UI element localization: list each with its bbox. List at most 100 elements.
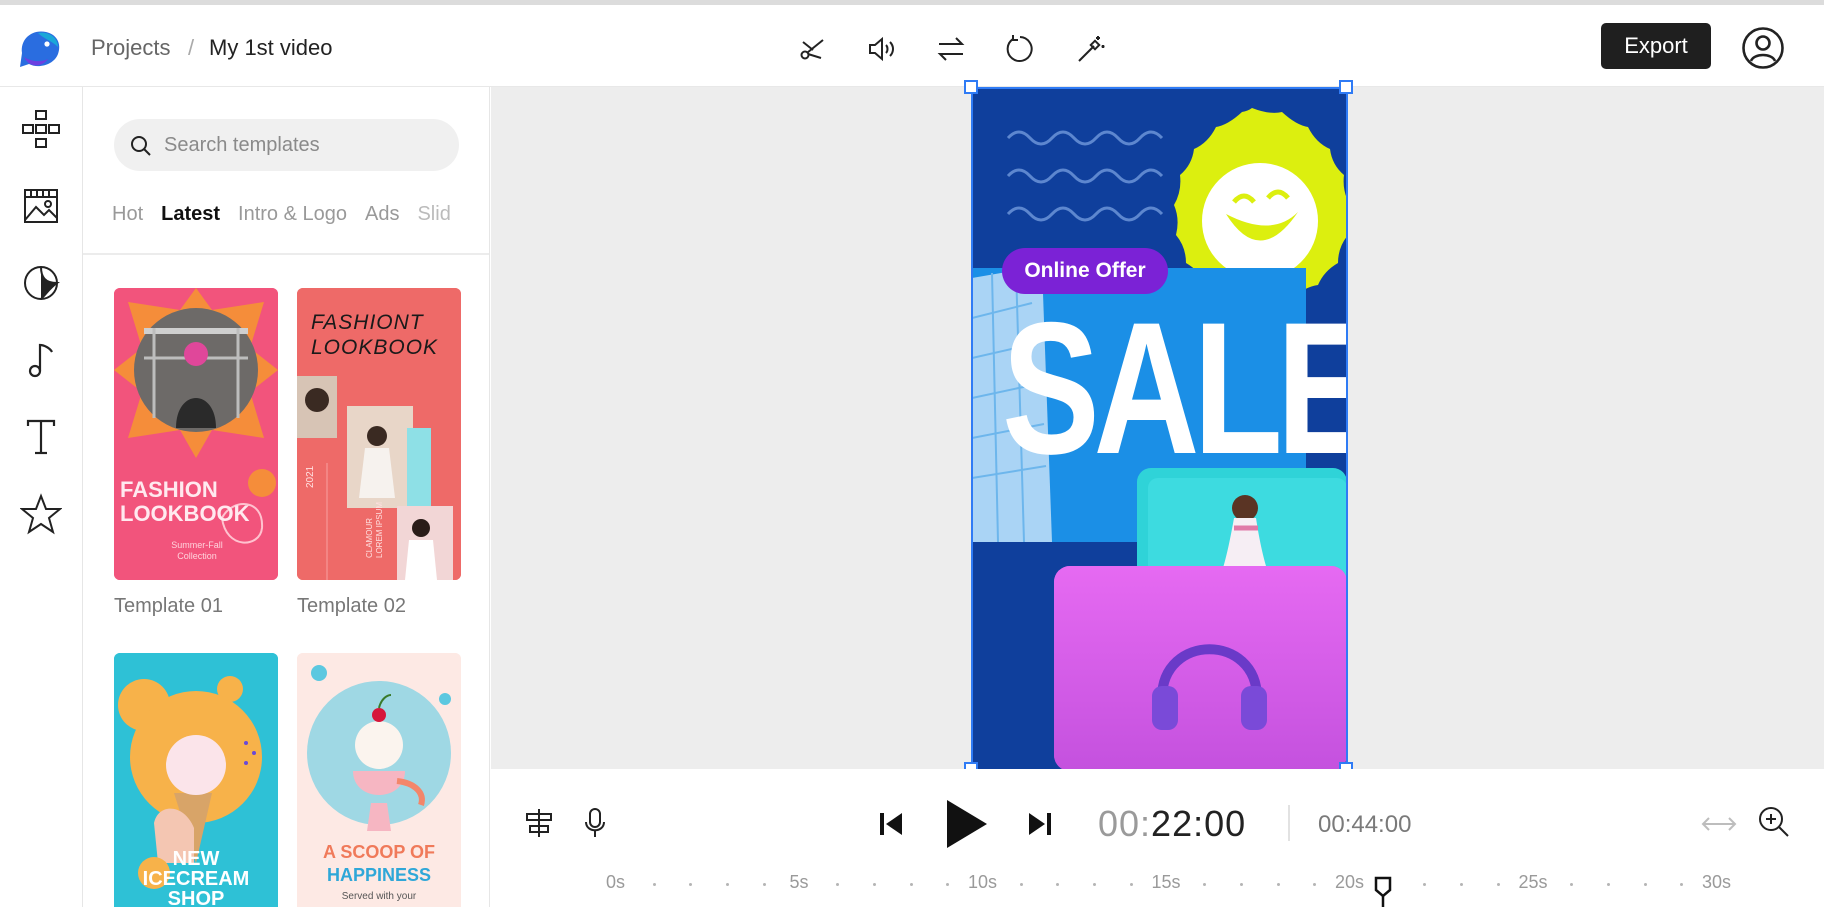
current-time-main: 22:00 bbox=[1151, 803, 1247, 844]
ruler-dot bbox=[1570, 883, 1574, 886]
fit-width-icon[interactable] bbox=[1699, 808, 1739, 840]
ruler-dot bbox=[1496, 883, 1500, 886]
media-icon[interactable] bbox=[17, 182, 65, 230]
template-03-title-line3: SHOP bbox=[167, 888, 225, 907]
ruler-label: 20s bbox=[1335, 872, 1365, 892]
resize-handle-top-right[interactable] bbox=[1339, 80, 1353, 94]
swap-icon[interactable] bbox=[931, 29, 971, 69]
template-04-title-line2: HAPPINESS bbox=[326, 865, 432, 885]
template-card-02[interactable]: FASHIONT LOOKBOOK 2021 CLAMOUR LOREM IPS… bbox=[297, 288, 461, 580]
template-02-title: FASHIONT LOOKBOOK bbox=[311, 310, 438, 360]
panel-divider bbox=[83, 253, 489, 255]
star-icon[interactable] bbox=[17, 490, 65, 538]
search-box[interactable] bbox=[114, 119, 459, 171]
layout-icon[interactable] bbox=[17, 105, 65, 153]
breadcrumb-current[interactable]: My 1st video bbox=[209, 35, 333, 61]
ruler-label: 15s bbox=[1151, 872, 1181, 892]
ruler-dot bbox=[1643, 883, 1647, 886]
ruler-label: 0s bbox=[606, 872, 626, 892]
rotate-icon[interactable] bbox=[1000, 29, 1040, 69]
template-02-side-text: CLAMOUR LOREM IPSUM bbox=[365, 501, 384, 558]
template-category-tabs: Hot Latest Intro & Logo Ads Slid bbox=[112, 203, 489, 233]
templates-panel: Hot Latest Intro & Logo Ads Slid FASHION LOO… bbox=[83, 87, 490, 907]
template-04-subtitle: Served with your bbox=[341, 891, 417, 902]
sale-headline[interactable]: SALE bbox=[1002, 288, 1347, 488]
search-input[interactable] bbox=[164, 133, 444, 157]
template-02-title-line2: LOOKBOOK bbox=[311, 336, 439, 359]
ruler-dot bbox=[1606, 883, 1610, 886]
video-canvas[interactable]: Online Offer SALE bbox=[972, 88, 1347, 771]
template-02-title-line1: FASHIONT bbox=[311, 311, 424, 334]
total-duration: 00:44:00 bbox=[1318, 811, 1412, 838]
current-time: 00:22:00 bbox=[1098, 803, 1246, 845]
breadcrumb-separator: / bbox=[188, 35, 195, 60]
ruler-dot bbox=[1239, 883, 1243, 886]
tab-ads[interactable]: Ads bbox=[365, 203, 399, 226]
sticker-icon[interactable] bbox=[17, 259, 65, 307]
tab-slideshow[interactable]: Slid bbox=[417, 203, 450, 226]
ruler-dot bbox=[1680, 883, 1684, 886]
time-separator bbox=[1288, 805, 1290, 841]
search-icon bbox=[131, 136, 151, 156]
ruler-dot bbox=[1423, 883, 1427, 886]
template-01-title-line1: FASHION bbox=[120, 477, 218, 502]
zoom-in-icon[interactable] bbox=[1756, 804, 1792, 840]
ruler-dot bbox=[762, 883, 766, 886]
microphone-icon[interactable] bbox=[580, 806, 610, 840]
template-02-label: Template 02 bbox=[297, 595, 406, 617]
play-button[interactable] bbox=[938, 796, 994, 852]
ruler-label: 25s bbox=[1518, 872, 1548, 892]
template-04-title: A SCOOP OF HAPPINESS bbox=[297, 841, 461, 887]
template-01-title-line2: LOOKBOOK bbox=[120, 501, 250, 526]
template-01-label: Template 01 bbox=[114, 595, 223, 617]
left-tool-rail bbox=[0, 87, 83, 907]
ruler-dot bbox=[1019, 883, 1023, 886]
current-time-dim: 00: bbox=[1098, 803, 1152, 844]
tab-latest[interactable]: Latest bbox=[161, 203, 220, 226]
ruler-dot bbox=[872, 883, 876, 886]
scissors-icon[interactable] bbox=[792, 29, 832, 69]
ruler-dot bbox=[652, 883, 656, 886]
template-01-thumbnail bbox=[114, 288, 278, 580]
ruler-dot bbox=[1313, 883, 1317, 886]
ruler-label: 30s bbox=[1702, 872, 1732, 892]
template-03-title: NEW ICECREAM SHOP bbox=[114, 849, 278, 907]
tab-intro-logo[interactable]: Intro & Logo bbox=[238, 203, 347, 226]
music-icon[interactable] bbox=[17, 336, 65, 384]
magic-wand-icon[interactable] bbox=[1070, 29, 1110, 69]
ruler-dot bbox=[1056, 883, 1060, 886]
skip-back-icon[interactable] bbox=[875, 808, 907, 840]
ruler-label: 10s bbox=[968, 872, 998, 892]
ruler-dot bbox=[946, 883, 950, 886]
template-01-subtitle: Summer-Fall Collection bbox=[171, 540, 223, 561]
ruler-dot bbox=[1276, 883, 1280, 886]
template-02-year: 2021 bbox=[305, 465, 316, 488]
template-card-01[interactable]: FASHION LOOKBOOK Summer-Fall Collection bbox=[114, 288, 278, 580]
top-header: Projects / My 1st video Export bbox=[0, 5, 1824, 87]
ruler-dot bbox=[1203, 883, 1207, 886]
timeline-ruler[interactable]: 0s 5s 10s 15s 20s 25s 30s bbox=[600, 872, 1824, 907]
export-button[interactable]: Export bbox=[1601, 23, 1711, 69]
ruler-dot bbox=[1460, 883, 1464, 886]
volume-icon[interactable] bbox=[862, 29, 902, 69]
skip-forward-icon[interactable] bbox=[1024, 808, 1056, 840]
template-card-04[interactable]: A SCOOP OF HAPPINESS Served with your bbox=[297, 653, 461, 907]
template-01-title: FASHION LOOKBOOK bbox=[120, 478, 250, 526]
playhead-handle[interactable] bbox=[1374, 876, 1392, 907]
track-settings-icon[interactable] bbox=[522, 806, 556, 840]
ruler-dot bbox=[836, 883, 840, 886]
ruler-dot bbox=[689, 883, 693, 886]
tab-hot[interactable]: Hot bbox=[112, 203, 143, 226]
ruler-dot bbox=[909, 883, 913, 886]
user-account-icon[interactable] bbox=[1741, 26, 1785, 70]
ruler-label: 5s bbox=[789, 872, 809, 892]
ruler-dot bbox=[726, 883, 730, 886]
template-03-title-line2: ICECREAM bbox=[142, 868, 250, 890]
template-card-03[interactable]: NEW ICECREAM SHOP bbox=[114, 653, 278, 907]
resize-handle-top-left[interactable] bbox=[964, 80, 978, 94]
template-03-title-line1: NEW bbox=[172, 848, 220, 870]
app-logo-icon[interactable] bbox=[18, 27, 62, 71]
ruler-dot bbox=[1093, 883, 1097, 886]
breadcrumb-projects[interactable]: Projects bbox=[91, 35, 170, 61]
text-icon[interactable] bbox=[17, 413, 65, 461]
